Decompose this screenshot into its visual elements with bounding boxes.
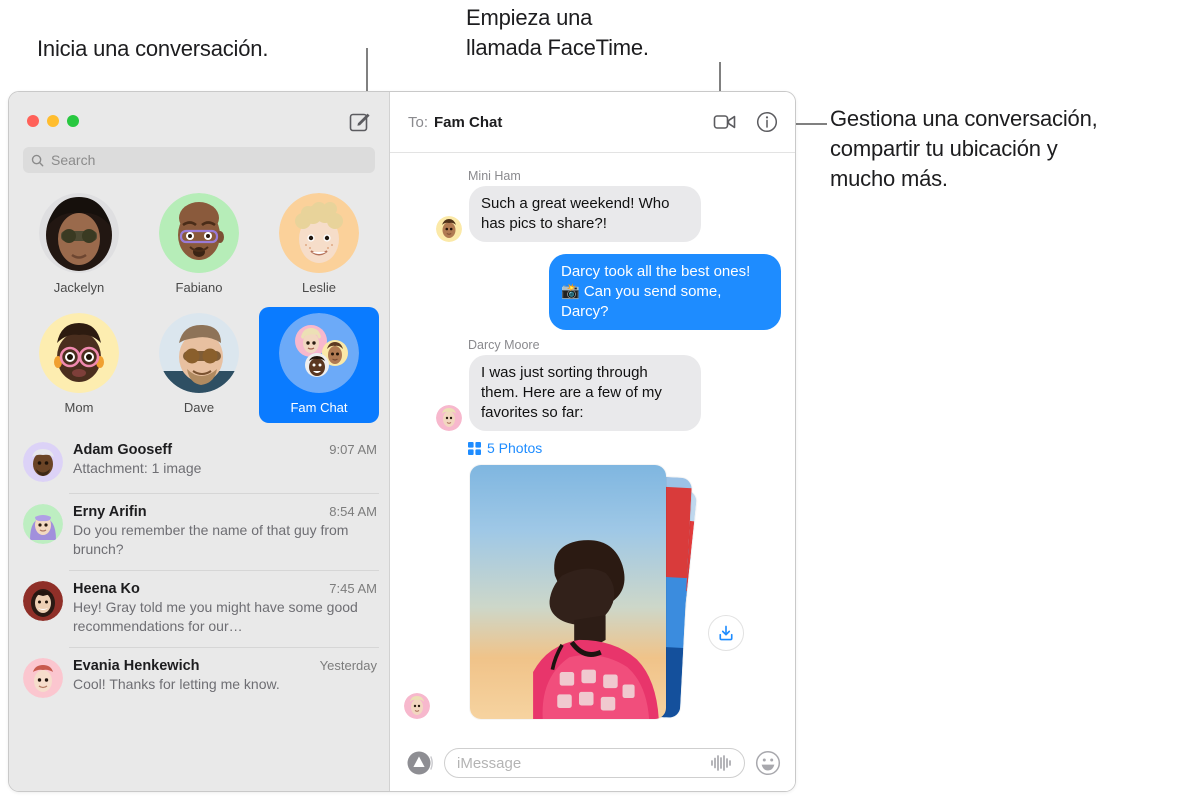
pinned-item-jackelyn[interactable]: Jackelyn xyxy=(19,187,139,303)
zoom-button[interactable] xyxy=(67,115,79,127)
pinned-conversations: Jackelyn Fabiano Leslie Mom Dave Fam Cha… xyxy=(9,173,389,427)
message-bubble[interactable]: I was just sorting through them. Here ar… xyxy=(469,355,701,431)
message-bubble[interactable]: Such a great weekend! Who has pics to sh… xyxy=(469,186,701,242)
avatar xyxy=(23,581,63,621)
recipient-name: Fam Chat xyxy=(434,113,503,131)
conversation-time: 9:07 AM xyxy=(329,442,377,457)
avatar xyxy=(159,313,239,393)
avatar xyxy=(23,504,63,544)
conversation-body: Adam Gooseff 9:07 AM Attachment: 1 image xyxy=(73,442,377,482)
avatar xyxy=(23,442,63,482)
conversation-preview: Do you remember the name of that guy fro… xyxy=(73,522,349,557)
app-store-icon[interactable] xyxy=(406,749,434,777)
conversation-time: 8:54 AM xyxy=(329,504,377,519)
callout-details-text: Gestiona una conversación, compartir tu … xyxy=(830,106,1098,191)
conversation-list: Adam Gooseff 9:07 AM Attachment: 1 image xyxy=(9,427,389,791)
photo-card-front xyxy=(470,465,666,719)
pinned-item-label: Jackelyn xyxy=(53,280,105,295)
conversation-row[interactable]: Adam Gooseff 9:07 AM Attachment: 1 image xyxy=(9,431,389,493)
message-sender: Mini Ham xyxy=(468,169,521,183)
pinned-item-fabiano[interactable]: Fabiano xyxy=(139,187,259,303)
photos-attachment-label[interactable]: 5 Photos xyxy=(468,440,781,456)
audio-waveform-icon[interactable] xyxy=(710,755,732,771)
window-traffic-lights xyxy=(27,115,79,127)
minimize-button[interactable] xyxy=(47,115,59,127)
portrait-silhouette xyxy=(533,539,659,719)
smiley-face-icon[interactable] xyxy=(755,750,781,776)
photo-stack[interactable] xyxy=(470,461,700,723)
message-row-incoming: Such a great weekend! Who has pics to sh… xyxy=(404,186,781,242)
pinned-item-leslie[interactable]: Leslie xyxy=(259,187,379,303)
message-thread: Mini Ham Such a great weekend! Who has p… xyxy=(390,153,795,735)
imessage-placeholder: iMessage xyxy=(457,754,522,772)
pinned-item-label: Mom xyxy=(64,400,94,415)
message-row-incoming: I was just sorting through them. Here ar… xyxy=(404,355,781,431)
callout-facetime-text: Empieza una llamada FaceTime. xyxy=(466,5,649,60)
messages-window: Search Jackelyn Fabiano Leslie Mom Dave … xyxy=(8,91,796,792)
pinned-item-fam-chat[interactable]: Fam Chat xyxy=(259,307,379,423)
pinned-item-label: Fabiano xyxy=(175,280,223,295)
sidebar: Search Jackelyn Fabiano Leslie Mom Dave … xyxy=(9,92,390,791)
callout-compose-text: Inicia una conversación. xyxy=(37,36,269,61)
search-input[interactable]: Search xyxy=(23,147,375,173)
message-group: Darcy Moore I was just sorting through t… xyxy=(404,338,781,431)
to-label: To: xyxy=(408,113,429,131)
conversation-sender: Adam Gooseff xyxy=(73,442,173,458)
conversation-sender: Erny Arifin xyxy=(73,504,147,520)
conversation-time: Yesterday xyxy=(319,658,377,673)
video-camera-icon[interactable] xyxy=(711,108,739,136)
sidebar-titlebar xyxy=(9,92,389,147)
photo-attachment-area xyxy=(404,461,781,723)
search-container: Search xyxy=(9,147,389,173)
conversation-preview: Cool! Thanks for letting me know. xyxy=(73,676,280,692)
chat-pane: To: Fam Chat Mini Ham Such a great weeke… xyxy=(390,92,795,791)
message-bubble[interactable]: Darcy took all the best ones! 📸 Can you … xyxy=(549,254,781,330)
pinned-item-dave[interactable]: Dave xyxy=(139,307,259,423)
conversation-row[interactable]: Erny Arifin 8:54 AM Do you remember the … xyxy=(9,493,389,570)
chat-header: To: Fam Chat xyxy=(390,92,795,153)
message-row-outgoing: Darcy took all the best ones! 📸 Can you … xyxy=(404,254,781,330)
pinned-item-label: Fam Chat xyxy=(290,400,348,415)
conversation-preview: Attachment: 1 image xyxy=(73,460,202,476)
pinned-item-label: Leslie xyxy=(302,280,336,295)
close-button[interactable] xyxy=(27,115,39,127)
pinned-item-mom[interactable]: Mom xyxy=(19,307,139,423)
message-sender: Darcy Moore xyxy=(468,338,540,352)
conversation-body: Evania Henkewich Yesterday Cool! Thanks … xyxy=(73,658,377,698)
avatar xyxy=(39,313,119,393)
avatar xyxy=(23,658,63,698)
avatar xyxy=(279,193,359,273)
avatar xyxy=(436,405,462,431)
conversation-body: Erny Arifin 8:54 AM Do you remember the … xyxy=(73,504,377,559)
search-icon xyxy=(31,154,44,166)
download-icon[interactable] xyxy=(708,615,744,651)
avatar xyxy=(159,193,239,273)
message-group: Mini Ham Such a great weekend! Who has p… xyxy=(404,169,781,242)
conversation-time: 7:45 AM xyxy=(329,581,377,596)
conversation-row[interactable]: Evania Henkewich Yesterday Cool! Thanks … xyxy=(9,647,389,709)
photo-image xyxy=(470,465,666,719)
message-composer: iMessage xyxy=(390,735,795,791)
avatar xyxy=(39,193,119,273)
screenshot-root: Inicia una conversación. Empieza una lla… xyxy=(0,0,1202,801)
avatar xyxy=(436,216,462,242)
pinned-item-label: Dave xyxy=(183,400,215,415)
avatar-group xyxy=(279,313,359,393)
conversation-sender: Heena Ko xyxy=(73,581,140,597)
conversation-row[interactable]: Heena Ko 7:45 AM Hey! Gray told me you m… xyxy=(9,570,389,647)
photos-count-label: 5 Photos xyxy=(487,440,543,456)
compose-icon[interactable] xyxy=(347,109,373,135)
search-placeholder: Search xyxy=(51,152,96,168)
conversation-body: Heena Ko 7:45 AM Hey! Gray told me you m… xyxy=(73,581,377,636)
message-group: Darcy took all the best ones! 📸 Can you … xyxy=(404,254,781,330)
imessage-input[interactable]: iMessage xyxy=(444,748,745,778)
info-circle-icon[interactable] xyxy=(753,108,781,136)
grid-icon xyxy=(468,441,481,455)
conversation-preview: Hey! Gray told me you might have some go… xyxy=(73,599,358,634)
avatar xyxy=(404,693,430,719)
conversation-sender: Evania Henkewich xyxy=(73,658,200,674)
